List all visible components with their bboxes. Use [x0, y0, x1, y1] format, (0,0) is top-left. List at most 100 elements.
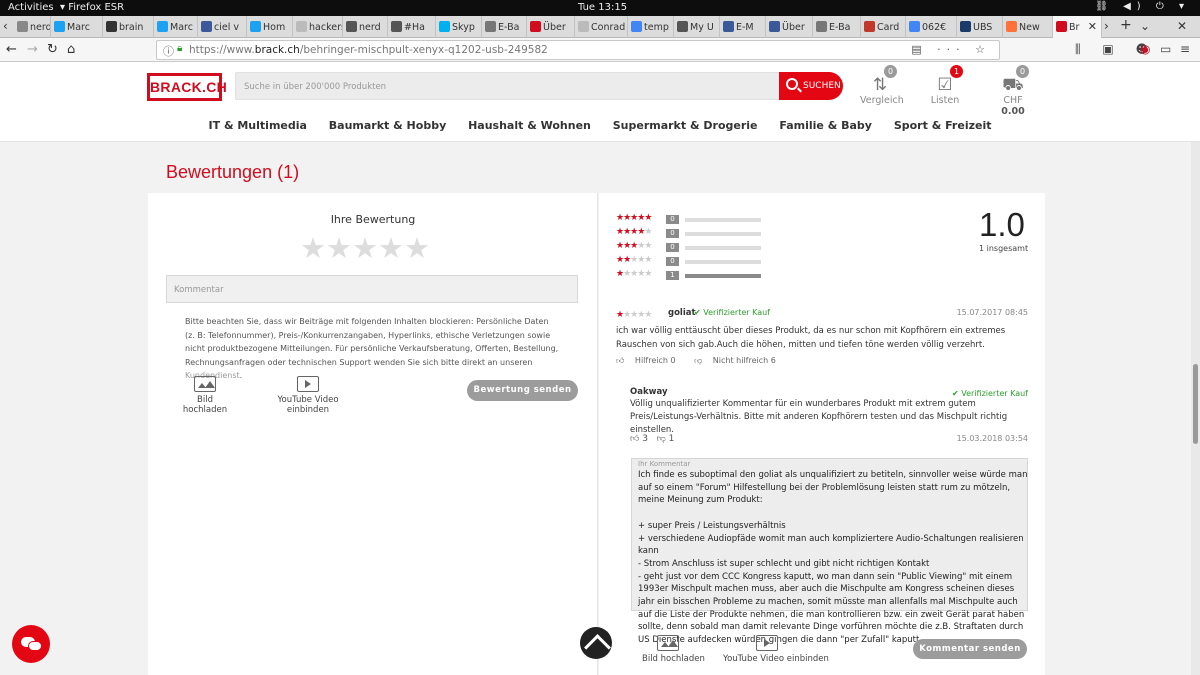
- star-icon[interactable]: ★: [352, 231, 378, 265]
- scrollbar-thumb[interactable]: [1193, 364, 1198, 444]
- upload-image-button[interactable]: Bild hochladen: [178, 376, 232, 415]
- browser-tab[interactable]: nerd: [343, 16, 388, 38]
- browser-tab[interactable]: Hom: [247, 16, 293, 38]
- site-header: BRACK.CH Suche in über 200'000 Produkten…: [0, 62, 1200, 142]
- browser-tab[interactable]: New: [1003, 16, 1053, 38]
- browser-tab[interactable]: My U: [674, 16, 720, 38]
- url-bar[interactable]: ⓘ 🔒︎ https://www.brack.ch/behringer-misc…: [156, 40, 1000, 60]
- histogram-row-4-stars[interactable]: ★★★★★ 0: [616, 227, 766, 239]
- browser-tab[interactable]: hackers: [293, 16, 343, 38]
- category-baumarkt-hobby[interactable]: Baumarkt & Hobby: [329, 119, 446, 132]
- my-comment-text[interactable]: Ich finde es suboptimal den goliat als u…: [638, 469, 1028, 647]
- star-icon[interactable]: ★: [404, 231, 430, 265]
- category-sport-freizeit[interactable]: Sport & Freizeit: [894, 119, 992, 132]
- comment-input[interactable]: Kommentar: [166, 275, 578, 303]
- browser-tab[interactable]: E-Ba: [482, 16, 527, 38]
- image-icon[interactable]: [657, 635, 679, 651]
- comment-upload-image-label[interactable]: Bild hochladen: [642, 654, 705, 664]
- histogram-bar: [685, 232, 761, 236]
- cart-link[interactable]: 0 ⛟ CHF 0.00: [993, 65, 1033, 117]
- browser-tab[interactable]: brain: [103, 16, 154, 38]
- browser-tab[interactable]: ciel v: [198, 16, 247, 38]
- favicon-icon: [485, 21, 496, 32]
- browser-tab[interactable]: Br ✕: [1053, 16, 1102, 38]
- sidebar-icon[interactable]: ▭: [1160, 42, 1171, 56]
- cart-icon: ⛟: [1002, 75, 1024, 95]
- browser-tab[interactable]: temp: [628, 16, 674, 38]
- verified-badge: ✔ Verifizierter Kauf: [694, 308, 770, 317]
- search-input[interactable]: Suche in über 200'000 Produkten: [235, 72, 780, 100]
- new-tab-icon[interactable]: +: [1120, 17, 1132, 33]
- browser-tab[interactable]: E-Ba: [813, 16, 861, 38]
- histogram-row-3-stars[interactable]: ★★★★★ 0: [616, 241, 766, 253]
- app-menu[interactable]: ▾ Firefox ESR: [60, 2, 124, 13]
- category-haushalt-wohnen[interactable]: Haushalt & Wohnen: [468, 119, 591, 132]
- forward-icon[interactable]: →: [27, 42, 38, 57]
- star-icon[interactable]: ★: [326, 231, 352, 265]
- submit-comment-button[interactable]: Kommentar senden: [913, 639, 1027, 659]
- activities-button[interactable]: Activities: [8, 2, 54, 13]
- site-info-icon[interactable]: ⓘ: [163, 43, 174, 59]
- browser-tab[interactable]: Marc: [51, 16, 103, 38]
- video-icon[interactable]: [756, 635, 778, 651]
- reload-icon[interactable]: ↻: [47, 42, 58, 57]
- category-supermarkt-drogerie[interactable]: Supermarkt & Drogerie: [613, 119, 758, 132]
- search-button[interactable]: SUCHEN: [779, 72, 843, 100]
- histogram-row-1-stars[interactable]: ★★★★★ 1: [616, 269, 766, 281]
- close-tab-icon[interactable]: ✕: [1088, 20, 1097, 33]
- browser-tab[interactable]: E-M: [720, 16, 766, 38]
- browser-tab[interactable]: Conrad: [575, 16, 628, 38]
- category-it-multimedia[interactable]: IT & Multimedia: [209, 119, 307, 132]
- tab-label: E-Ba: [498, 22, 520, 33]
- star-icon[interactable]: ★: [300, 231, 326, 265]
- comment-embed-video-label[interactable]: YouTube Video einbinden: [723, 654, 829, 664]
- my-comment-textarea[interactable]: Ihr Kommentar Ich finde es suboptimal de…: [631, 458, 1028, 645]
- menu-icon[interactable]: ≡: [1180, 42, 1190, 56]
- embed-video-button[interactable]: YouTube Video einbinden: [262, 376, 354, 415]
- tabs-scroll-left-icon[interactable]: ‹: [3, 19, 8, 33]
- browser-tab[interactable]: 062€: [906, 16, 957, 38]
- browser-tab[interactable]: Über: [527, 16, 575, 38]
- chat-button[interactable]: [12, 625, 50, 663]
- brack-logo[interactable]: BRACK.CH: [147, 73, 227, 101]
- browser-tab[interactable]: nerd: [14, 16, 51, 38]
- tab-label: temp: [644, 22, 669, 33]
- home-icon[interactable]: ⌂: [67, 42, 75, 57]
- window-close-icon[interactable]: ✕: [1177, 19, 1187, 33]
- compare-link[interactable]: 0 ⇅ Vergleich: [860, 65, 904, 106]
- scroll-to-top-button[interactable]: [580, 627, 612, 659]
- tab-label: Skyp: [452, 22, 475, 33]
- rating-star-input[interactable]: ★★★★★: [300, 231, 430, 265]
- browser-tab[interactable]: Über: [766, 16, 813, 38]
- back-icon[interactable]: ←: [6, 42, 17, 57]
- helpful-button[interactable]: 👍︎ Hilfreich 0: [616, 356, 684, 365]
- browser-tab[interactable]: Skyp: [436, 16, 482, 38]
- browser-tab[interactable]: Marc: [154, 16, 198, 38]
- favicon-icon: [346, 21, 357, 32]
- browser-tab[interactable]: #Ha: [388, 16, 436, 38]
- page-actions-icons[interactable]: ▤ ··· ☆: [911, 43, 991, 56]
- favicon-icon: [578, 21, 589, 32]
- extension-icon[interactable]: ◉: [1140, 42, 1150, 56]
- category-nav: IT & Multimedia Baumarkt & Hobby Haushal…: [0, 119, 1200, 132]
- browser-tab[interactable]: Card: [861, 16, 906, 38]
- submit-review-button[interactable]: Bewertung senden: [467, 380, 578, 401]
- tabs-scroll-right-icon[interactable]: ›: [1104, 19, 1109, 33]
- favicon-icon: [106, 21, 117, 32]
- browser-tab[interactable]: UBS: [957, 16, 1003, 38]
- lists-link[interactable]: 1 ☑ Listen: [930, 65, 963, 106]
- clock[interactable]: Tue 13:15: [578, 2, 627, 13]
- system-menu-icons[interactable]: ⛓ ◀) ⏻ ▾: [1095, 1, 1190, 12]
- tab-label: #Ha: [404, 22, 425, 33]
- tab-label: E-M: [736, 22, 754, 33]
- histogram-row-5-stars[interactable]: ★★★★★ 0: [616, 213, 766, 225]
- category-familie-baby[interactable]: Familie & Baby: [779, 119, 872, 132]
- star-icon[interactable]: ★: [378, 231, 404, 265]
- cart-label: CHF 0.00: [1001, 95, 1025, 117]
- tab-list-icon[interactable]: ⌄: [1140, 19, 1150, 33]
- not-helpful-button[interactable]: 👎︎ Nicht hilfreich 6: [694, 356, 784, 365]
- reply-like-button[interactable]: 👍︎ 3: [630, 434, 648, 444]
- histogram-row-2-stars[interactable]: ★★★★★ 0: [616, 255, 766, 267]
- reply-dislike-button[interactable]: 👎︎ 1: [657, 434, 675, 444]
- page-scrollbar[interactable]: [1191, 142, 1200, 675]
